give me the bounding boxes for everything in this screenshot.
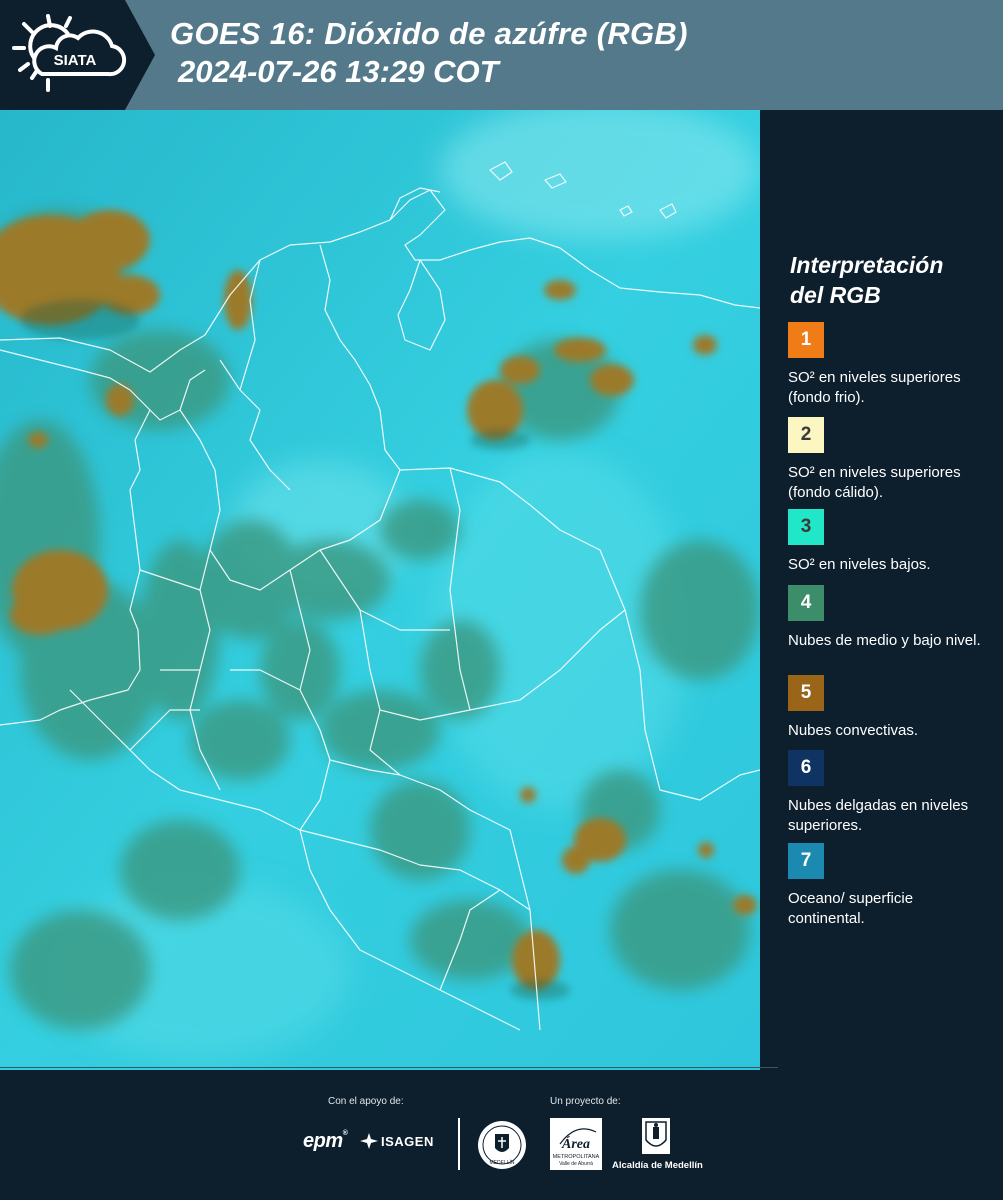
medellin-seal-logo[interactable]: MEDELLÍN (477, 1120, 527, 1170)
isagen-star-icon (360, 1133, 378, 1149)
satellite-rgb-map[interactable] (0, 110, 760, 1070)
siata-logo[interactable]: SIATA (0, 0, 155, 110)
legend-panel: Interpretación del RGB 1 SO² en niveles … (760, 110, 1003, 1070)
legend-title-line1: Interpretación (790, 252, 944, 278)
area-sub-text: METROPOLITANA (553, 1154, 600, 1160)
area-metropolitana-icon: Área METROPOLITANA Valle de Aburrá (553, 1128, 600, 1167)
isagen-text: ISAGEN (381, 1133, 434, 1149)
alcaldia-crest[interactable] (642, 1118, 670, 1154)
legend-number: 6 (800, 757, 812, 778)
area-sub2-text: Valle de Aburrá (559, 1161, 593, 1167)
project-label: Un proyecto de: (550, 1096, 621, 1107)
area-text: Área (561, 1135, 590, 1152)
epm-logo[interactable]: epm® (303, 1130, 348, 1153)
legend-label: Nubes de medio y bajo nivel. (788, 632, 981, 649)
map-canvas (0, 110, 760, 1070)
support-label: Con el apoyo de: (328, 1096, 404, 1107)
footer: Con el apoyo de: Un proyecto de: epm® IS… (0, 1070, 1003, 1200)
legend-number: 3 (800, 516, 812, 537)
legend-swatch: 3 (788, 509, 824, 545)
legend-number: 2 (800, 424, 812, 445)
legend-number: 1 (800, 329, 812, 350)
medellin-seal-icon: MEDELLÍN (478, 1121, 526, 1169)
page-title: GOES 16: Dióxido de azúfre (RGB) (170, 16, 688, 51)
legend-label: SO² en niveles bajos. (788, 556, 931, 573)
header-bar: SIATA GOES 16: Dióxido de azúfre (RGB) 2… (0, 0, 1003, 110)
legend-title-line2: del RGB (790, 282, 881, 308)
legend-item-7: 7 Oceano/ superficie continental. (788, 843, 993, 929)
logo-text: SIATA (54, 52, 97, 69)
medellin-seal-text: MEDELLÍN (489, 1159, 514, 1166)
legend-number: 7 (800, 850, 812, 871)
legend-item-6: 6 Nubes delgadas en niveles superiores. (788, 750, 993, 836)
footer-separator (0, 1067, 778, 1068)
legend-label: SO² en niveles superiores (fondo frio). (788, 369, 961, 406)
legend-swatch: 5 (788, 675, 824, 711)
area-metropolitana-logo[interactable]: Área METROPOLITANA Valle de Aburrá (550, 1118, 602, 1170)
legend-item-5: 5 Nubes convectivas. (788, 675, 993, 741)
legend-swatch: 2 (788, 417, 824, 453)
legend-item-3: 3 SO² en niveles bajos. (788, 509, 993, 575)
legend-label: SO² en niveles superiores (fondo cálido)… (788, 464, 961, 501)
timestamp-title: 2024-07-26 13:29 COT (178, 54, 499, 89)
legend-number: 4 (800, 592, 812, 613)
epm-text: epm (303, 1130, 343, 1152)
sun-cloud-logo-icon: SIATA (12, 14, 127, 92)
legend-swatch: 4 (788, 585, 824, 621)
legend-label: Oceano/ superficie continental. (788, 890, 914, 927)
legend-swatch: 6 (788, 750, 824, 786)
alcaldia-text: Alcaldía de Medellín (612, 1160, 703, 1171)
legend-item-1: 1 SO² en niveles superiores (fondo frio)… (788, 322, 993, 408)
legend-swatch: 7 (788, 843, 824, 879)
legend-number: 5 (800, 682, 812, 703)
legend-label: Nubes convectivas. (788, 722, 919, 739)
alcaldia-crest-icon (645, 1121, 667, 1147)
legend-label: Nubes delgadas en niveles superiores. (788, 797, 969, 834)
legend-item-2: 2 SO² en niveles superiores (fondo cálid… (788, 417, 993, 503)
legend-swatch: 1 (788, 322, 824, 358)
footer-divider (458, 1118, 460, 1170)
legend-title: Interpretación del RGB (790, 250, 943, 310)
legend-item-4: 4 Nubes de medio y bajo nivel. (788, 585, 993, 651)
isagen-logo[interactable]: ISAGEN (360, 1133, 434, 1149)
